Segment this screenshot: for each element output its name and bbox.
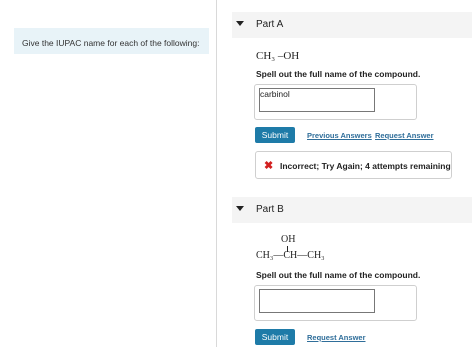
part-a-header[interactable]: Part A — [232, 12, 472, 38]
part-a-prompt: Spell out the full name of the compound. — [256, 69, 421, 79]
part-a-formula: CH₃ –OH — [256, 50, 300, 62]
part-b-answer-input[interactable] — [259, 289, 375, 313]
feedback-text: Incorrect; Try Again; 4 attempts remaini… — [280, 161, 451, 171]
part-a-submit-button[interactable]: Submit — [255, 127, 295, 143]
previous-answers-link[interactable]: Previous Answers — [307, 131, 372, 140]
part-a-request-answer-link[interactable]: Request Answer — [375, 131, 434, 140]
part-a-answer-box — [254, 84, 417, 120]
part-b-title: Part B — [256, 204, 284, 215]
part-b-formula-main: CH₃—CH—CH₃ — [256, 250, 325, 261]
left-panel: Give the IUPAC name for each of the foll… — [0, 0, 216, 347]
part-b-answer-box — [254, 285, 417, 321]
feedback-box: ✖ Incorrect; Try Again; 4 attempts remai… — [255, 151, 452, 179]
panel-divider — [216, 0, 217, 347]
part-b-submit-button[interactable]: Submit — [255, 329, 295, 345]
caret-down-icon — [236, 21, 244, 26]
part-b-header[interactable]: Part B — [232, 197, 472, 223]
part-b-request-answer-link[interactable]: Request Answer — [307, 333, 366, 342]
part-b-prompt: Spell out the full name of the compound. — [256, 270, 421, 280]
part-a-answer-input[interactable] — [259, 88, 375, 112]
part-b-formula-oh: OH — [281, 234, 296, 245]
caret-down-icon — [236, 206, 244, 211]
instruction-text: Give the IUPAC name for each of the foll… — [14, 28, 209, 54]
x-icon: ✖ — [264, 160, 274, 172]
part-a-title: Part A — [256, 19, 284, 30]
